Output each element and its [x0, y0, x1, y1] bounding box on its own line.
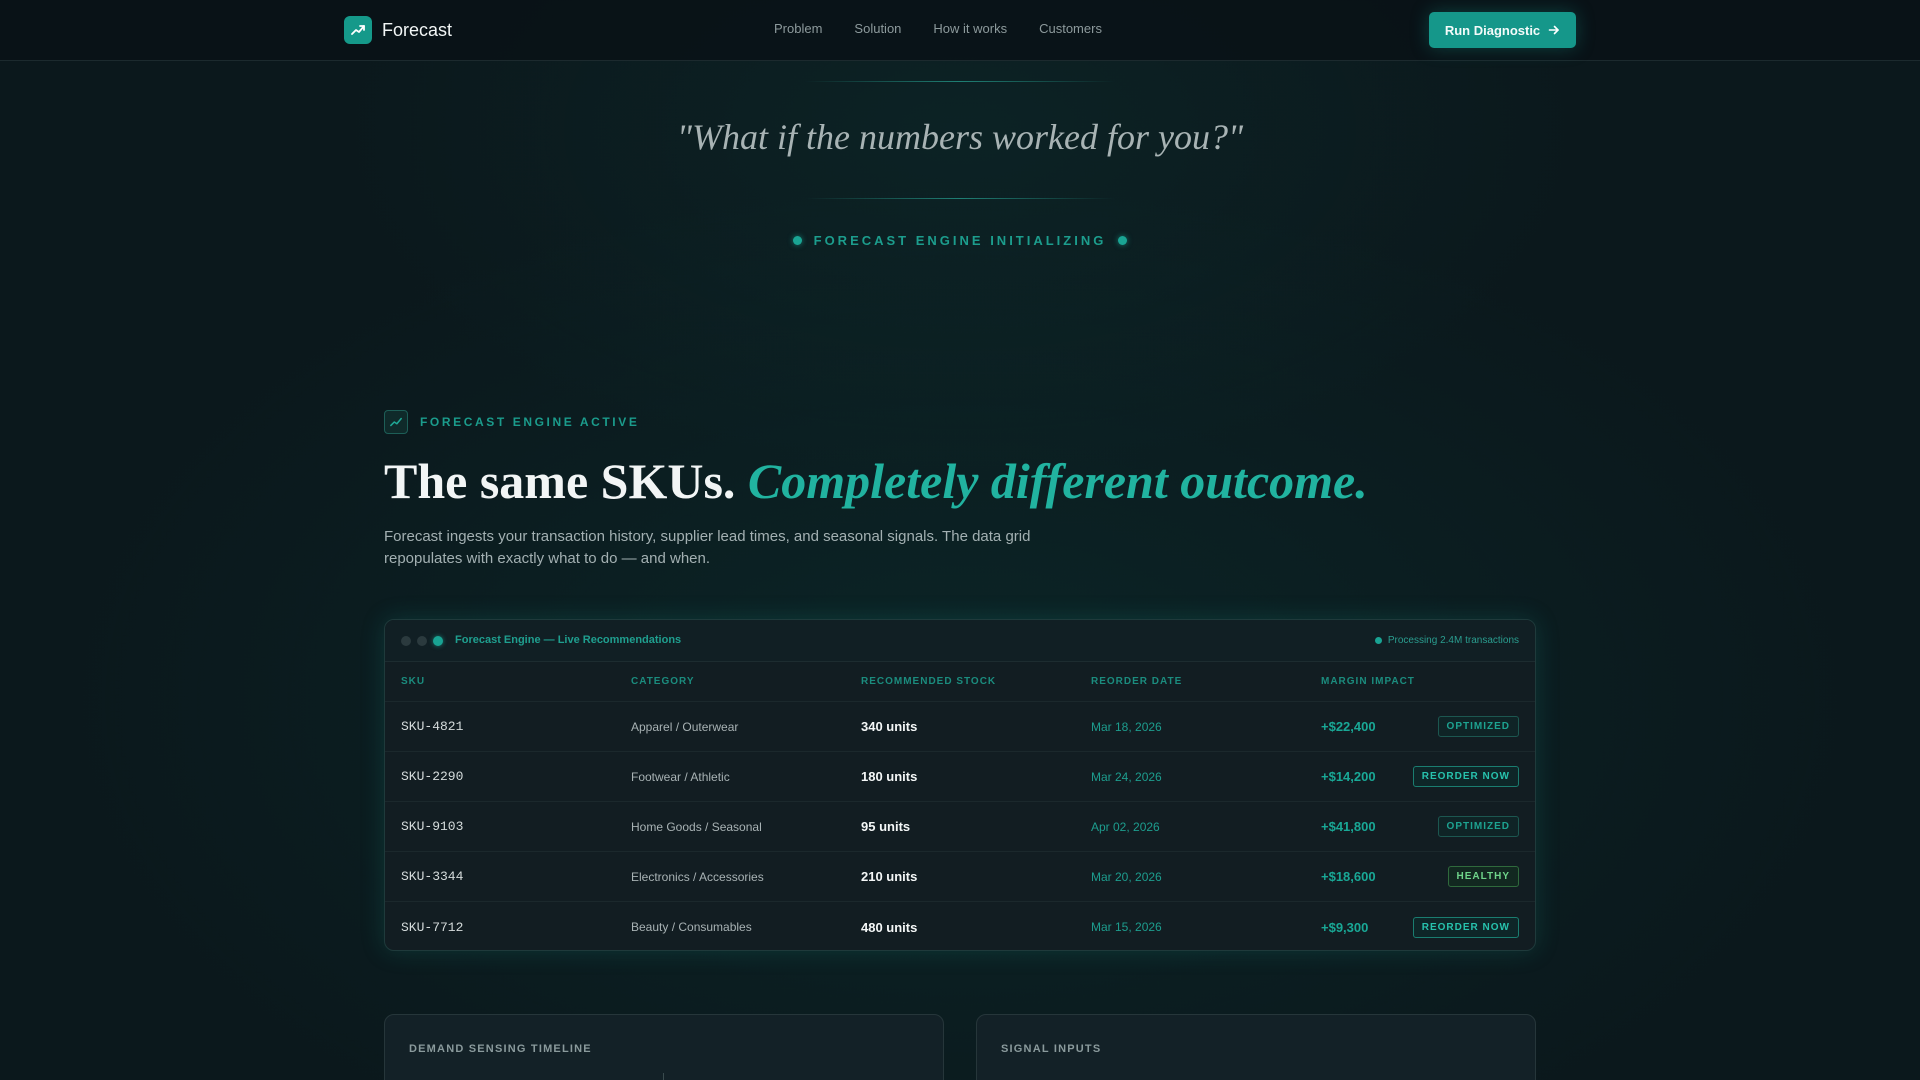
brand-name: Forecast [382, 19, 453, 40]
table-header-row: SKU CATEGORY RECOMMENDED STOCK REORDER D… [385, 662, 1535, 702]
table-row[interactable]: SKU-7712 Beauty / Consumables 480 units … [385, 902, 1535, 950]
processing-indicator: Processing 2.4M transactions [1374, 635, 1519, 646]
trend-up-icon [384, 410, 408, 434]
timeline-tick [663, 1073, 664, 1080]
margin-cell: +$14,200 [1321, 769, 1376, 784]
section-headline: The same SKUs. Completely different outc… [384, 452, 1368, 510]
engine-status-text: FORECAST ENGINE INITIALIZING [813, 233, 1107, 248]
sku-cell: SKU-2290 [401, 769, 464, 784]
panel-title: Forecast Engine — Live Recommendations [455, 634, 682, 646]
divider-top [805, 81, 1115, 82]
column-header-category: CATEGORY [631, 676, 695, 687]
sku-cell: SKU-9103 [401, 819, 464, 834]
processing-text: Processing 2.4M transactions [1387, 635, 1519, 646]
nav-link-solution[interactable]: Solution [854, 21, 901, 36]
status-badge: REORDER NOW [1412, 916, 1519, 938]
nav-link-customers[interactable]: Customers [1039, 21, 1102, 36]
hero-quote: "What if the numbers worked for you?" [676, 117, 1244, 157]
window-dot [417, 636, 427, 646]
stock-cell: 180 units [861, 769, 918, 784]
nav-links: Problem Solution How it works Customers [774, 21, 1102, 36]
nav-link-how-it-works[interactable]: How it works [933, 21, 1007, 36]
card-title: SIGNAL INPUTS [1001, 1043, 1102, 1055]
run-diagnostic-button[interactable]: Run Diagnostic [1429, 12, 1576, 48]
signal-inputs-card: SIGNAL INPUTS [976, 1014, 1536, 1080]
margin-cell: +$41,800 [1321, 819, 1376, 834]
section-eyebrow: FORECAST ENGINE ACTIVE [384, 410, 639, 434]
column-header-stock: RECOMMENDED STOCK [861, 676, 997, 687]
date-cell: Mar 15, 2026 [1091, 920, 1162, 934]
headline-plain: The same SKUs. [384, 453, 736, 509]
headline-accent: Completely different outcome. [747, 453, 1368, 509]
category-cell: Apparel / Outerwear [631, 719, 739, 734]
section-lede: Forecast ingests your transaction histor… [384, 528, 1031, 567]
category-cell: Footwear / Athletic [631, 769, 730, 784]
table-row[interactable]: SKU-2290 Footwear / Athletic 180 units M… [385, 752, 1535, 802]
date-cell: Apr 02, 2026 [1091, 819, 1160, 834]
status-badge: OPTIMIZED [1437, 816, 1519, 837]
window-dot [401, 636, 411, 646]
card-title: DEMAND SENSING TIMELINE [409, 1043, 592, 1055]
column-header-sku: SKU [401, 676, 426, 687]
divider-bottom [805, 198, 1115, 199]
status-badge: REORDER NOW [1412, 766, 1519, 787]
eyebrow-text: FORECAST ENGINE ACTIVE [420, 415, 640, 429]
panel-header: Forecast Engine — Live Recommendations P… [385, 620, 1535, 662]
trend-up-icon [344, 16, 372, 44]
status-badge: OPTIMIZED [1437, 716, 1519, 737]
date-cell: Mar 24, 2026 [1091, 769, 1162, 784]
engine-status: FORECAST ENGINE INITIALIZING [0, 233, 1920, 248]
sku-cell: SKU-7712 [401, 919, 464, 935]
window-dots [401, 636, 443, 646]
date-cell: Mar 18, 2026 [1091, 719, 1162, 734]
top-nav: Forecast Problem Solution How it works C… [0, 0, 1920, 61]
table-row[interactable]: SKU-3344 Electronics / Accessories 210 u… [385, 852, 1535, 902]
table-row[interactable]: SKU-9103 Home Goods / Seasonal 95 units … [385, 802, 1535, 852]
category-cell: Beauty / Consumables [631, 920, 752, 934]
status-badge: HEALTHY [1447, 866, 1519, 887]
column-header-date: REORDER DATE [1091, 676, 1183, 687]
status-dot [792, 236, 802, 245]
processing-dot [1374, 637, 1382, 644]
stock-cell: 95 units [861, 819, 911, 834]
column-header-margin: MARGIN IMPACT [1321, 676, 1415, 687]
status-dot [1118, 236, 1128, 245]
run-diagnostic-label: Run Diagnostic [1444, 22, 1541, 38]
margin-cell: +$22,400 [1321, 719, 1376, 734]
sku-cell: SKU-3344 [401, 869, 464, 884]
category-cell: Electronics / Accessories [631, 869, 764, 884]
recommendations-panel: Forecast Engine — Live Recommendations P… [384, 619, 1536, 951]
date-cell: Mar 20, 2026 [1091, 869, 1162, 884]
window-dot-live [433, 636, 443, 646]
sku-cell: SKU-4821 [401, 719, 464, 734]
nav-link-problem[interactable]: Problem [774, 21, 822, 36]
margin-cell: +$18,600 [1321, 869, 1376, 884]
category-cell: Home Goods / Seasonal [631, 819, 762, 834]
demand-timeline-card: DEMAND SENSING TIMELINE [384, 1014, 944, 1080]
margin-cell: +$9,300 [1321, 919, 1369, 935]
arrow-right-icon [1548, 25, 1559, 35]
brand[interactable]: Forecast [344, 16, 452, 44]
stock-cell: 210 units [861, 869, 918, 884]
table-row[interactable]: SKU-4821 Apparel / Outerwear 340 units M… [385, 702, 1535, 752]
stock-cell: 340 units [861, 719, 918, 734]
stock-cell: 480 units [861, 919, 918, 935]
